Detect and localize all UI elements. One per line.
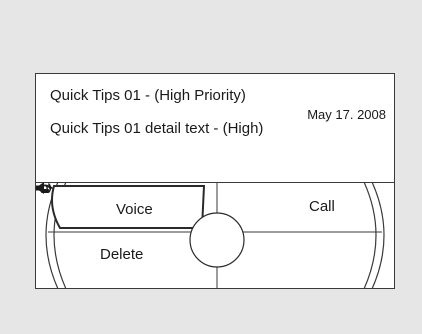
- call-label: Call: [309, 198, 335, 215]
- message-date: May 17. 2008: [307, 107, 386, 122]
- message-item[interactable]: Quick Tips 01 - (High Priority) May 17. …: [36, 74, 394, 182]
- phone-screen: Quick Tips 01 - (High Priority) May 17. …: [35, 73, 395, 289]
- message-detail: Quick Tips 01 detail text - (High): [50, 120, 264, 137]
- delete-label: Delete: [100, 246, 144, 263]
- call-button[interactable]: [220, 186, 372, 232]
- phone-icon: [37, 184, 53, 193]
- voice-label: Voice: [116, 201, 153, 218]
- message-title: Quick Tips 01 - (High Priority): [50, 87, 246, 104]
- softkey-panel: Voice Call Delete: [36, 182, 394, 289]
- center-select-button[interactable]: [190, 212, 244, 266]
